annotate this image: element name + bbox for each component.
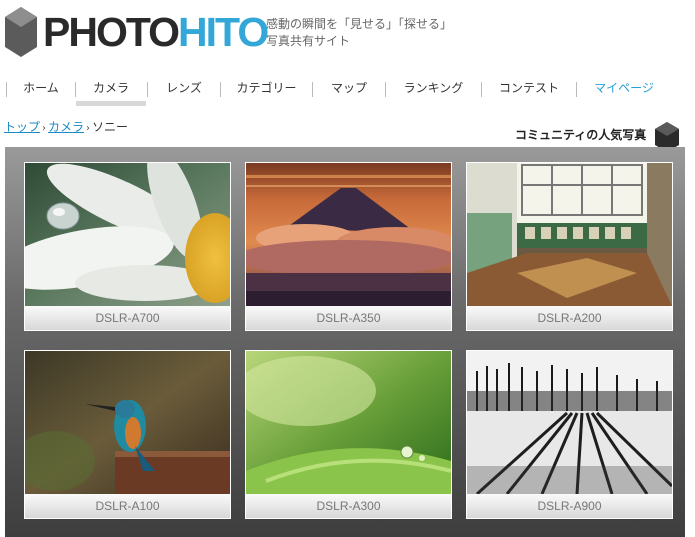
tagline-line-1: 感動の瞬間を「見せる」「探せる」	[266, 17, 453, 31]
photo-card[interactable]: DSLR-A300	[245, 350, 452, 519]
breadcrumb: トップ › カメラ › ソニー	[4, 118, 128, 135]
photo-caption[interactable]: DSLR-A700	[25, 306, 230, 330]
photo-caption[interactable]: DSLR-A200	[467, 306, 672, 330]
nav-item-home[interactable]: ホーム	[7, 76, 75, 106]
photo-caption[interactable]: DSLR-A100	[25, 494, 230, 518]
nav-item-category[interactable]: カテゴリー	[221, 76, 312, 106]
photo-card[interactable]: DSLR-A350	[245, 162, 452, 331]
logo-photo-text: PHOTO	[43, 9, 180, 55]
site-logo[interactable]: PHOTOHITO	[43, 8, 269, 56]
photo-caption[interactable]: DSLR-A300	[246, 494, 451, 518]
breadcrumb-camera-link[interactable]: カメラ	[48, 120, 84, 134]
photo-thumbnail[interactable]	[467, 351, 672, 494]
photo-thumbnail[interactable]	[246, 163, 451, 306]
photo-thumbnail[interactable]	[246, 351, 451, 494]
section-title: コミュニティの人気写真	[515, 128, 647, 142]
nav-item-ranking[interactable]: ランキング	[386, 76, 481, 106]
main-nav: ホーム カメラ レンズ カテゴリー マップ ランキング コンテスト マイページ	[0, 76, 695, 106]
photo-caption[interactable]: DSLR-A900	[467, 494, 672, 518]
photo-card[interactable]: DSLR-A200	[466, 162, 673, 331]
breadcrumb-separator: ›	[42, 123, 47, 134]
nav-item-mypage[interactable]: マイページ	[577, 76, 671, 106]
nav-item-camera[interactable]: カメラ	[76, 76, 146, 106]
tagline-line-2: 写真共有サイト	[266, 34, 351, 48]
photo-thumbnail[interactable]	[467, 163, 672, 306]
logo-hexagon-icon[interactable]	[4, 6, 38, 58]
breadcrumb-current: ソニー	[92, 120, 129, 134]
breadcrumb-separator: ›	[86, 123, 91, 134]
photo-card[interactable]: DSLR-A700	[24, 162, 231, 331]
photo-caption[interactable]: DSLR-A350	[246, 306, 451, 330]
logo-hito-text: HITO	[178, 9, 269, 55]
photo-card[interactable]: DSLR-A900	[466, 350, 673, 519]
nav-item-lens[interactable]: レンズ	[148, 76, 220, 106]
site-tagline: 感動の瞬間を「見せる」「探せる」 写真共有サイト	[266, 16, 452, 50]
photo-thumbnail[interactable]	[25, 351, 230, 494]
photo-thumbnail[interactable]	[25, 163, 230, 306]
photo-card[interactable]: DSLR-A100	[24, 350, 231, 519]
photo-gallery: DSLR-A700 DSLR-A350 DSLR-A200 DSLR-A100 …	[5, 147, 685, 537]
nav-item-contest[interactable]: コンテスト	[482, 76, 576, 106]
breadcrumb-top-link[interactable]: トップ	[4, 120, 40, 134]
nav-item-map[interactable]: マップ	[313, 76, 385, 106]
site-header: PHOTOHITO 感動の瞬間を「見せる」「探せる」 写真共有サイト	[0, 0, 695, 70]
